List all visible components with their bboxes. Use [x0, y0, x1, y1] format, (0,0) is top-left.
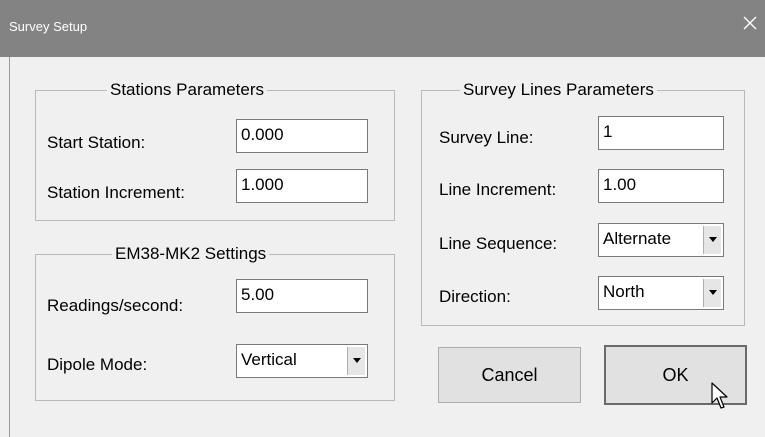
cancel-button[interactable]: Cancel	[438, 347, 581, 403]
mouse-pointer-icon	[711, 382, 729, 415]
chevron-down-icon[interactable]	[347, 347, 365, 375]
line-increment-label: Line Increment:	[439, 180, 557, 199]
survey-line-label: Survey Line:	[439, 128, 534, 147]
close-icon[interactable]	[741, 14, 759, 32]
readings-per-second-label: Readings/second:	[47, 296, 184, 315]
start-station-label: Start Station:	[47, 133, 146, 152]
line-sequence-select[interactable]: Alternate	[598, 223, 724, 257]
dipole-mode-value: Vertical	[241, 350, 297, 369]
readings-per-second-input[interactable]: 5.00	[236, 279, 368, 313]
line-sequence-label: Line Sequence:	[439, 234, 558, 253]
group-title: EM38-MK2 Settings	[112, 243, 270, 265]
em38-settings-group: EM38-MK2 Settings	[35, 243, 395, 401]
window-title: Survey Setup	[9, 19, 88, 34]
direction-value: North	[603, 282, 645, 301]
start-station-input[interactable]: 0.000	[236, 119, 368, 153]
chevron-down-icon[interactable]	[703, 279, 721, 307]
dipole-mode-select[interactable]: Vertical	[236, 344, 368, 378]
title-bar: Survey Setup	[0, 0, 765, 57]
survey-line-input[interactable]: 1	[598, 116, 724, 150]
station-increment-label: Station Increment:	[47, 183, 185, 202]
group-title: Survey Lines Parameters	[460, 79, 657, 101]
dipole-mode-label: Dipole Mode:	[47, 355, 148, 374]
station-increment-input[interactable]: 1.000	[236, 169, 368, 203]
line-increment-input[interactable]: 1.00	[598, 169, 724, 203]
direction-select[interactable]: North	[598, 276, 724, 310]
line-sequence-value: Alternate	[603, 229, 672, 248]
group-title: Stations Parameters	[107, 79, 268, 101]
dialog-body: Stations Parameters Start Station: 0.000…	[9, 57, 765, 437]
chevron-down-icon[interactable]	[703, 226, 721, 254]
direction-label: Direction:	[439, 287, 511, 306]
